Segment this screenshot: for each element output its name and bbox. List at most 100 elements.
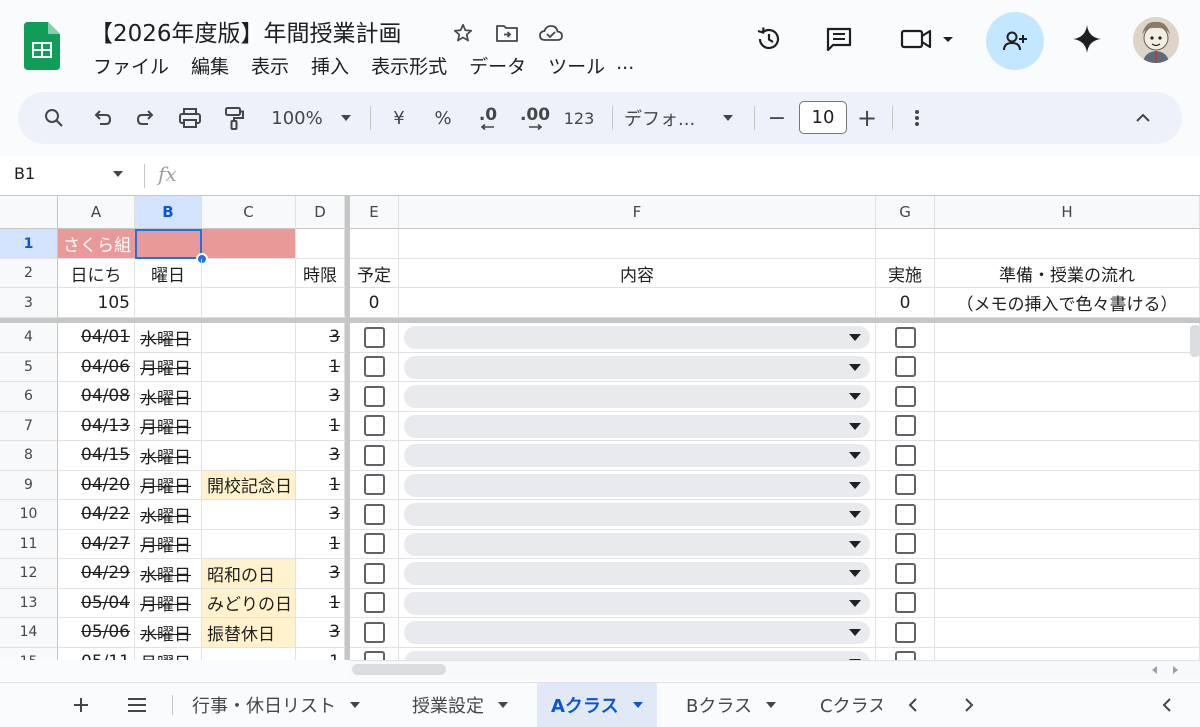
cell[interactable] xyxy=(350,229,399,259)
sheet-tab-lesson-settings[interactable]: 授業設定 xyxy=(412,683,508,727)
prep-notes-cell[interactable] xyxy=(935,500,1200,530)
prep-notes-cell[interactable] xyxy=(935,470,1200,500)
prep-notes-cell[interactable] xyxy=(935,441,1200,471)
row-header[interactable]: 6 xyxy=(0,382,58,412)
period-cell[interactable]: 1 xyxy=(296,470,345,500)
weekday-cell[interactable]: 水曜日 xyxy=(135,618,202,648)
dropdown-arrow-icon[interactable] xyxy=(849,511,861,518)
font-dropdown-icon[interactable] xyxy=(718,92,738,144)
planned-checkbox[interactable] xyxy=(363,592,385,614)
prep-notes-cell[interactable] xyxy=(935,411,1200,441)
dropdown-arrow-icon[interactable] xyxy=(849,540,861,548)
period-cell[interactable]: 3 xyxy=(296,618,345,648)
weekday-header[interactable]: 曜日 xyxy=(135,259,202,288)
done-count-cell[interactable]: 0 xyxy=(876,288,935,318)
planned-checkbox[interactable] xyxy=(363,415,385,437)
content-dropdown-chip[interactable] xyxy=(404,621,870,644)
row-header[interactable]: 10 xyxy=(0,500,58,530)
period-cell[interactable]: 3 xyxy=(296,441,345,471)
increase-font-size-button[interactable]: + xyxy=(854,92,880,144)
done-checkbox[interactable] xyxy=(894,415,916,437)
planned-header[interactable]: 予定 xyxy=(350,259,399,288)
row-header[interactable]: 2 xyxy=(0,259,58,288)
prep-notes-cell[interactable] xyxy=(935,352,1200,382)
decrease-decimal-button[interactable]: .0 xyxy=(472,92,504,144)
date-cell[interactable]: 05/04 xyxy=(58,588,135,618)
holiday-note-cell[interactable] xyxy=(202,352,296,382)
done-checkbox[interactable] xyxy=(894,444,916,466)
holiday-note-cell[interactable]: 昭和の日 xyxy=(202,559,296,589)
done-checkbox[interactable] xyxy=(894,326,916,348)
content-dropdown-chip[interactable] xyxy=(404,473,870,497)
date-cell[interactable]: 05/11 xyxy=(58,647,135,660)
cell[interactable] xyxy=(399,229,876,259)
tab-dropdown-icon[interactable] xyxy=(498,702,508,708)
done-header[interactable]: 実施 xyxy=(876,259,935,288)
done-checkbox[interactable] xyxy=(894,562,916,584)
cell[interactable] xyxy=(135,288,202,318)
cell[interactable] xyxy=(202,288,296,318)
date-cell[interactable]: 04/20 xyxy=(58,470,135,500)
planned-checkbox[interactable] xyxy=(363,533,385,555)
cell[interactable] xyxy=(399,288,876,318)
prep-notes-cell[interactable] xyxy=(935,529,1200,559)
zoom-value[interactable]: 100% xyxy=(266,92,328,144)
date-cell[interactable]: 04/13 xyxy=(58,411,135,441)
column-header-g[interactable]: G xyxy=(876,196,935,229)
period-cell[interactable]: 3 xyxy=(296,500,345,530)
content-dropdown-chip[interactable] xyxy=(404,444,870,467)
row-header[interactable]: 11 xyxy=(0,529,58,559)
cell[interactable] xyxy=(876,229,935,259)
done-checkbox[interactable] xyxy=(894,621,916,643)
weekday-cell[interactable]: 水曜日 xyxy=(135,323,202,353)
menu-format[interactable]: 表示形式 xyxy=(360,52,458,79)
period-header[interactable]: 時限 xyxy=(296,259,345,288)
holiday-note-cell[interactable] xyxy=(202,382,296,412)
weekday-cell[interactable]: 月曜日 xyxy=(135,352,202,382)
date-cell[interactable]: 04/01 xyxy=(58,323,135,353)
dropdown-arrow-icon[interactable] xyxy=(849,452,861,459)
prep-notes-cell[interactable] xyxy=(935,647,1200,660)
holiday-note-cell[interactable] xyxy=(202,529,296,559)
column-header-d[interactable]: D xyxy=(296,196,345,229)
row-header[interactable]: 14 xyxy=(0,618,58,648)
content-dropdown-chip[interactable] xyxy=(404,414,870,438)
scrollbar-thumb[interactable] xyxy=(352,664,446,675)
row-header[interactable]: 9 xyxy=(0,470,58,500)
holiday-note-cell[interactable] xyxy=(202,411,296,441)
name-box-dropdown-icon[interactable] xyxy=(112,170,124,178)
row-header[interactable]: 7 xyxy=(0,411,58,441)
increase-decimal-button[interactable]: .00 xyxy=(518,92,552,144)
holiday-note-cell[interactable]: みどりの日 xyxy=(202,588,296,618)
vertical-scrollbar[interactable] xyxy=(1190,325,1200,357)
row-header[interactable]: 5 xyxy=(0,352,58,382)
period-cell[interactable]: 1 xyxy=(296,647,345,660)
weekday-cell[interactable]: 月曜日 xyxy=(135,647,202,660)
content-dropdown-chip[interactable] xyxy=(404,562,870,585)
content-dropdown-chip[interactable] xyxy=(404,591,870,615)
share-button[interactable] xyxy=(986,12,1044,70)
column-header-c[interactable]: C xyxy=(202,196,296,229)
prep-header[interactable]: 準備・授業の流れ xyxy=(935,259,1200,288)
currency-format[interactable]: ¥ xyxy=(384,92,414,144)
holiday-note-cell[interactable]: 振替休日 xyxy=(202,618,296,648)
redo-icon[interactable] xyxy=(128,92,164,144)
done-checkbox[interactable] xyxy=(894,503,916,525)
content-dropdown-chip[interactable] xyxy=(404,650,870,660)
weekday-cell[interactable]: 月曜日 xyxy=(135,411,202,441)
menu-file[interactable]: ファイル xyxy=(82,52,180,79)
done-checkbox[interactable] xyxy=(894,533,916,555)
spreadsheet-grid[interactable]: A B C D E F G H 1 さくら組 2 日にち 曜日 時限 予定 内容… xyxy=(0,196,1200,660)
star-icon[interactable] xyxy=(448,18,478,48)
class-name-cell[interactable]: さくら組 xyxy=(58,229,135,259)
planned-checkbox[interactable] xyxy=(363,562,385,584)
name-box[interactable]: B1 xyxy=(14,164,35,183)
content-header[interactable]: 内容 xyxy=(399,259,876,288)
period-cell[interactable]: 3 xyxy=(296,323,345,353)
cell[interactable] xyxy=(296,288,345,318)
add-sheet-icon[interactable] xyxy=(68,683,94,727)
weekday-cell[interactable]: 水曜日 xyxy=(135,500,202,530)
dropdown-arrow-icon[interactable] xyxy=(849,481,861,489)
collapse-menus-icon[interactable] xyxy=(1128,92,1158,144)
date-cell[interactable]: 04/27 xyxy=(58,529,135,559)
